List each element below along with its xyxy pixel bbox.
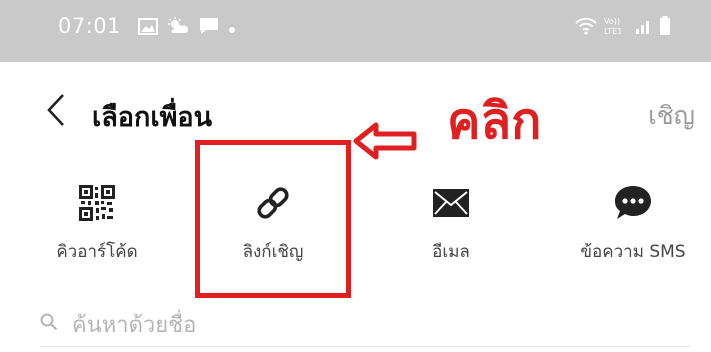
invite-button[interactable]: เชิญ — [648, 96, 695, 136]
status-bar: 07:01 Vo)) LTE1 — [0, 0, 711, 62]
option-label: ข้อความ SMS — [580, 242, 686, 262]
volte-icon: Vo)) LTE1 — [603, 16, 629, 40]
battery-icon — [659, 16, 671, 40]
svg-text:Vo)): Vo)) — [604, 17, 620, 26]
email-icon — [433, 180, 469, 226]
back-button[interactable] — [38, 90, 74, 134]
search-field[interactable]: ค้นหาด้วยชื่อ — [40, 302, 690, 346]
dot-icon — [228, 19, 236, 38]
status-icons-left — [138, 17, 236, 39]
weather-icon — [166, 17, 190, 39]
gallery-icon — [138, 17, 158, 39]
annotation-highlight-box — [195, 140, 351, 298]
search-underline — [40, 346, 690, 347]
svg-text:LTE1: LTE1 — [604, 27, 622, 36]
option-label: คิวอาร์โค้ด — [56, 242, 138, 262]
option-sms[interactable]: ข้อความ SMS — [558, 180, 708, 265]
page-title: เลือกเพื่อน — [92, 102, 213, 133]
message-icon — [198, 17, 220, 39]
option-email[interactable]: อีเมล — [376, 180, 526, 265]
sms-icon — [613, 180, 653, 226]
chevron-left-icon — [46, 93, 66, 131]
search-placeholder: ค้นหาด้วยชื่อ — [72, 312, 197, 338]
annotation-click-label: คลิก — [447, 92, 542, 150]
search-icon — [40, 313, 58, 335]
option-qr-code[interactable]: คิวอาร์โค้ด — [22, 180, 172, 265]
qr-code-icon — [79, 180, 115, 226]
option-label: อีเมล — [432, 242, 470, 262]
status-time: 07:01 — [58, 14, 122, 38]
invite-options: คิวอาร์โค้ด ลิงก์เชิญ อีเมล ข้อความ SMS — [0, 180, 711, 280]
status-icons-right: Vo)) LTE1 — [575, 16, 671, 40]
wifi-icon — [575, 17, 597, 39]
signal-icon — [635, 17, 653, 39]
annotation-arrow-icon — [352, 120, 418, 166]
